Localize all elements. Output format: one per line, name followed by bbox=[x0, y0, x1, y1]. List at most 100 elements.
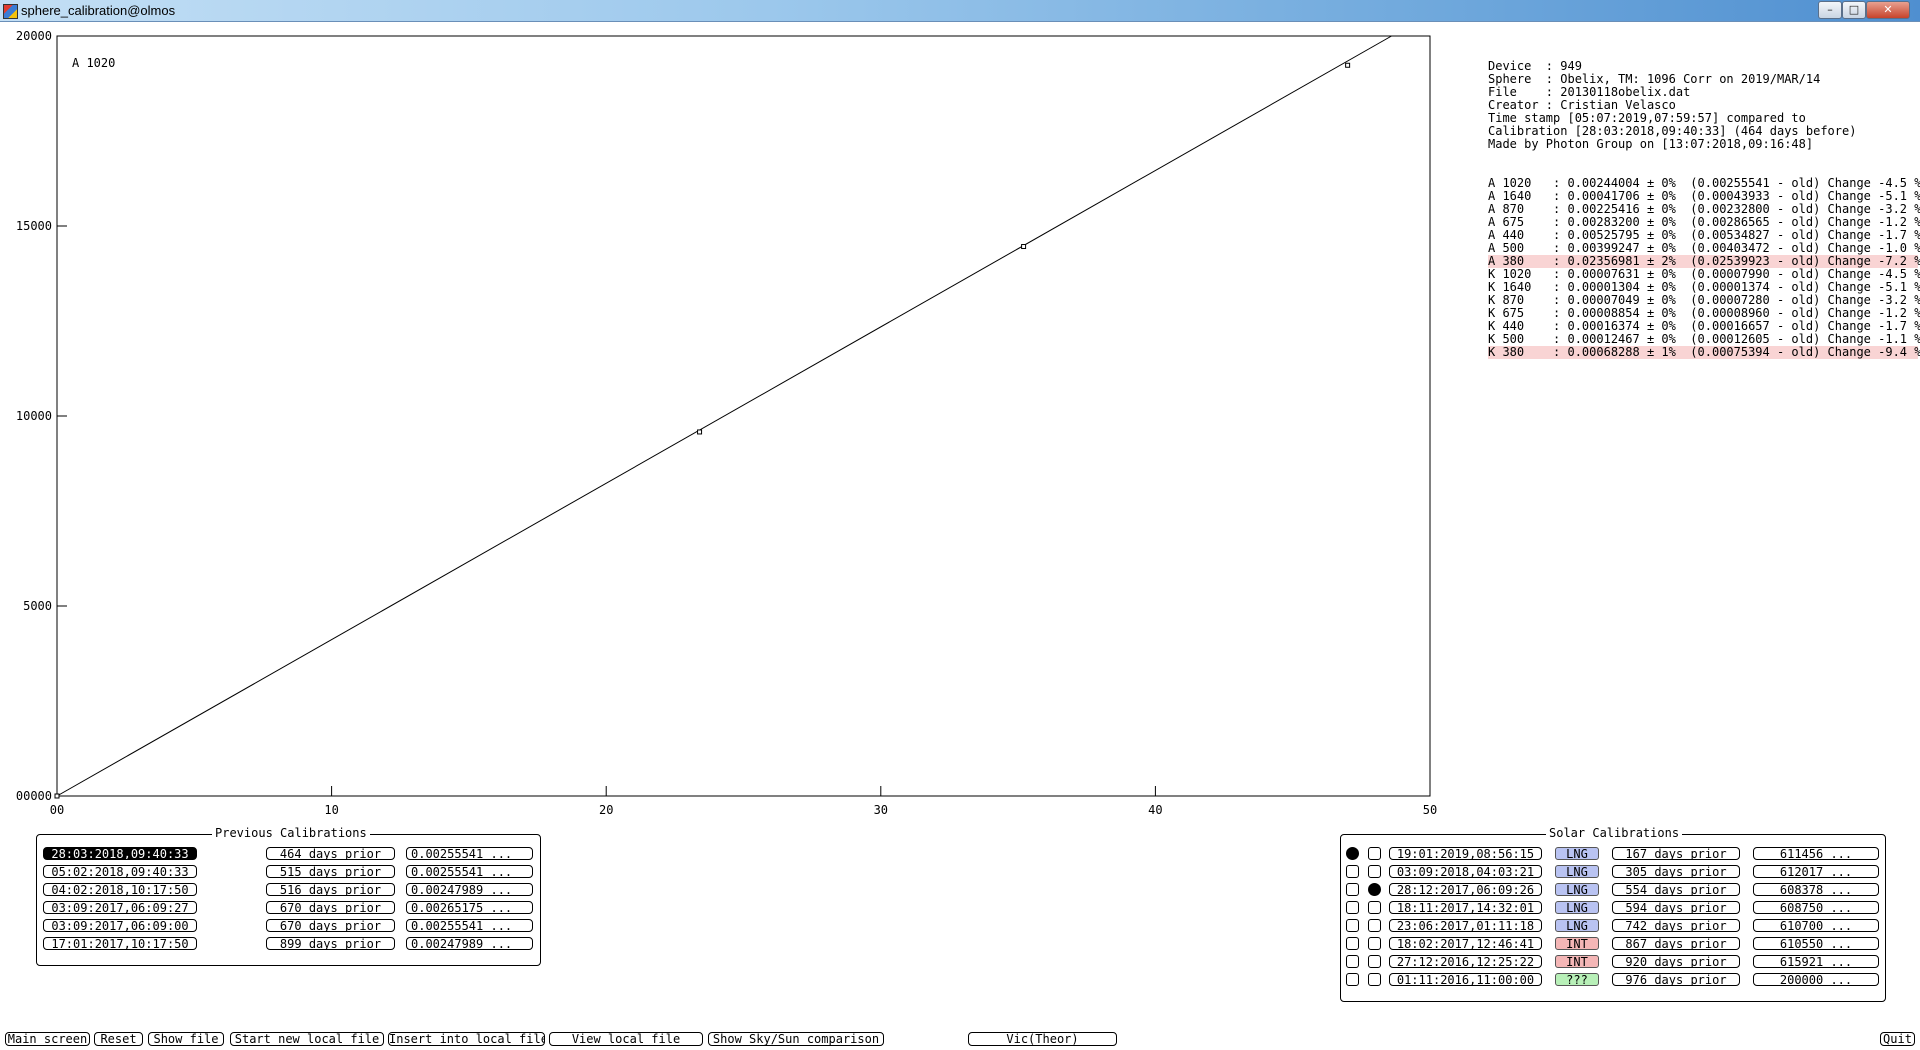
previous-calibration-date[interactable]: 17:01:2017,10:17:50 bbox=[43, 937, 197, 950]
solar-calibration-value[interactable]: 615921 ... bbox=[1753, 955, 1879, 968]
start-new-local-file-button[interactable]: Start new local file bbox=[230, 1032, 384, 1046]
solar-compare-checkbox[interactable] bbox=[1368, 919, 1381, 932]
solar-calibration-value[interactable]: 610700 ... bbox=[1753, 919, 1879, 932]
solar-calibration-type-badge: INT bbox=[1555, 955, 1599, 968]
solar-calibration-value[interactable]: 610550 ... bbox=[1753, 937, 1879, 950]
x-tick-label: 20 bbox=[599, 803, 613, 817]
solar-calibration-type-badge: LNG bbox=[1555, 901, 1599, 914]
solar-calibration-date[interactable]: 23:06:2017,01:11:18 bbox=[1389, 919, 1542, 932]
x-tick-label: 00 bbox=[50, 803, 64, 817]
show-file-button[interactable]: Show file bbox=[148, 1032, 224, 1046]
y-tick-label: 15000 bbox=[16, 219, 52, 233]
insert-into-local-file-button[interactable]: Insert into local file bbox=[388, 1032, 545, 1046]
previous-calibration-value[interactable]: 0.00255541 ... bbox=[406, 865, 533, 878]
solar-calibrations-group: Solar Calibrations 19:01:2019,08:56:15 LN… bbox=[1340, 826, 1886, 1002]
previous-calibration-prior[interactable]: 670 days prior bbox=[266, 901, 395, 914]
solar-calibration-value[interactable]: 200000 ... bbox=[1753, 973, 1879, 986]
y-tick-label: 10000 bbox=[16, 409, 52, 423]
solar-calibration-prior[interactable]: 920 days prior bbox=[1612, 955, 1740, 968]
x-tick-label: 40 bbox=[1148, 803, 1162, 817]
y-tick-label: 00000 bbox=[16, 789, 52, 803]
solar-compare-checkbox[interactable] bbox=[1368, 937, 1381, 950]
solar-calibration-date[interactable]: 18:11:2017,14:32:01 bbox=[1389, 901, 1542, 914]
window-title-bar[interactable]: sphere_calibration@olmos – □ ✕ bbox=[0, 0, 1920, 22]
plot-svg: 00 10 20 30 40 50 00000 5000 10000 15000 20000 A … bbox=[16, 29, 1437, 817]
solar-calibration-prior[interactable]: 554 days prior bbox=[1612, 883, 1740, 896]
solar-calibration-prior[interactable]: 742 days prior bbox=[1612, 919, 1740, 932]
show-sky-sun-comparison-button[interactable]: Show Sky/Sun comparison bbox=[708, 1032, 884, 1046]
solar-calibration-type-badge: LNG bbox=[1555, 865, 1599, 878]
solar-calibration-value[interactable]: 608378 ... bbox=[1753, 883, 1879, 896]
solar-calibration-prior[interactable]: 976 days prior bbox=[1612, 973, 1740, 986]
solar-calibration-value[interactable]: 611456 ... bbox=[1753, 847, 1879, 860]
solar-calibration-date[interactable]: 01:11:2016,11:00:00 bbox=[1389, 973, 1542, 986]
solar-calibration-value[interactable]: 608750 ... bbox=[1753, 901, 1879, 914]
solar-calibration-date[interactable]: 27:12:2016,12:25:22 bbox=[1389, 955, 1542, 968]
solar-compare-checkbox[interactable] bbox=[1368, 901, 1381, 914]
solar-compare-checkbox[interactable] bbox=[1368, 973, 1381, 986]
previous-calibration-prior[interactable]: 516 days prior bbox=[266, 883, 395, 896]
solar-calibration-prior[interactable]: 305 days prior bbox=[1612, 865, 1740, 878]
previous-calibration-prior[interactable]: 670 days prior bbox=[266, 919, 395, 932]
solar-select-checkbox[interactable] bbox=[1346, 919, 1359, 932]
previous-calibration-prior[interactable]: 899 days prior bbox=[266, 937, 395, 950]
x-tick-label: 50 bbox=[1423, 803, 1437, 817]
x-tick-label: 30 bbox=[874, 803, 888, 817]
solar-select-checkbox[interactable] bbox=[1346, 865, 1359, 878]
previous-calibrations-group: Previous Calibrations 28:03:2018,09:40:3… bbox=[36, 826, 541, 966]
info-line: Made by Photon Group on [13:07:2018,09:1… bbox=[1488, 137, 1814, 151]
previous-calibration-date[interactable]: 03:09:2017,06:09:00 bbox=[43, 919, 197, 932]
solar-calibration-prior[interactable]: 867 days prior bbox=[1612, 937, 1740, 950]
solar-select-checkbox[interactable] bbox=[1346, 955, 1359, 968]
solar-calibration-type-badge: ??? bbox=[1555, 973, 1599, 986]
solar-select-checkbox[interactable] bbox=[1346, 973, 1359, 986]
solar-calibration-prior[interactable]: 594 days prior bbox=[1612, 901, 1740, 914]
view-local-file-button[interactable]: View local file bbox=[549, 1032, 703, 1046]
solar-calibration-value[interactable]: 612017 ... bbox=[1753, 865, 1879, 878]
solar-compare-checkbox[interactable] bbox=[1368, 883, 1381, 896]
previous-calibration-prior[interactable]: 464 days prior bbox=[266, 847, 395, 860]
solar-select-checkbox[interactable] bbox=[1346, 901, 1359, 914]
previous-calibration-value[interactable]: 0.00247989 ... bbox=[406, 937, 533, 950]
previous-calibration-value[interactable]: 0.00255541 ... bbox=[406, 847, 533, 860]
previous-calibration-value[interactable]: 0.00247989 ... bbox=[406, 883, 533, 896]
vic-theor-button[interactable]: Vic(Theor) bbox=[968, 1032, 1117, 1046]
previous-calibration-date[interactable]: 28:03:2018,09:40:33 bbox=[43, 847, 197, 860]
solar-calibration-date[interactable]: 18:02:2017,12:46:41 bbox=[1389, 937, 1542, 950]
calibration-info-panel: Device : 949 Sphere : Obelix, TM: 1096 Co… bbox=[1488, 34, 1920, 372]
x-tick-label: 10 bbox=[324, 803, 338, 817]
data-point bbox=[1021, 244, 1027, 250]
solar-calibration-type-badge: LNG bbox=[1555, 847, 1599, 860]
plot-frame bbox=[56, 35, 1431, 797]
previous-calibration-date[interactable]: 05:02:2018,09:40:33 bbox=[43, 865, 197, 878]
data-point bbox=[54, 793, 60, 799]
solar-calibration-date[interactable]: 28:12:2017,06:09:26 bbox=[1389, 883, 1542, 896]
solar-select-checkbox[interactable] bbox=[1346, 847, 1359, 860]
close-button[interactable]: ✕ bbox=[1866, 1, 1910, 19]
solar-calibration-type-badge: LNG bbox=[1555, 919, 1599, 932]
previous-calibration-value[interactable]: 0.00255541 ... bbox=[406, 919, 533, 932]
previous-calibration-date[interactable]: 04:02:2018,10:17:50 bbox=[43, 883, 197, 896]
data-point bbox=[697, 429, 703, 435]
previous-calibration-value[interactable]: 0.00265175 ... bbox=[406, 901, 533, 914]
fit-line bbox=[56, 35, 1392, 797]
maximize-button[interactable]: □ bbox=[1842, 1, 1866, 19]
solar-calibration-date[interactable]: 03:09:2018,04:03:21 bbox=[1389, 865, 1542, 878]
app-icon bbox=[3, 4, 18, 19]
solar-compare-checkbox[interactable] bbox=[1368, 847, 1381, 860]
previous-calibration-prior[interactable]: 515 days prior bbox=[266, 865, 395, 878]
solar-calibration-date[interactable]: 19:01:2019,08:56:15 bbox=[1389, 847, 1542, 860]
y-tick-label: 20000 bbox=[16, 29, 52, 43]
main-screen-button[interactable]: Main screen bbox=[5, 1032, 90, 1046]
solar-compare-checkbox[interactable] bbox=[1368, 865, 1381, 878]
solar-calibration-prior[interactable]: 167 days prior bbox=[1612, 847, 1740, 860]
solar-compare-checkbox[interactable] bbox=[1368, 955, 1381, 968]
reset-button[interactable]: Reset bbox=[94, 1032, 143, 1046]
calibration-coefficient-row: K 380 : 0.00068288 ± 1% (0.00075394 - ol… bbox=[1488, 345, 1920, 359]
previous-calibration-date[interactable]: 03:09:2017,06:09:27 bbox=[43, 901, 197, 914]
minimize-button[interactable]: – bbox=[1818, 1, 1842, 19]
window-title: sphere_calibration@olmos bbox=[21, 3, 176, 18]
solar-select-checkbox[interactable] bbox=[1346, 937, 1359, 950]
solar-select-checkbox[interactable] bbox=[1346, 883, 1359, 896]
quit-button[interactable]: Quit bbox=[1880, 1032, 1915, 1046]
